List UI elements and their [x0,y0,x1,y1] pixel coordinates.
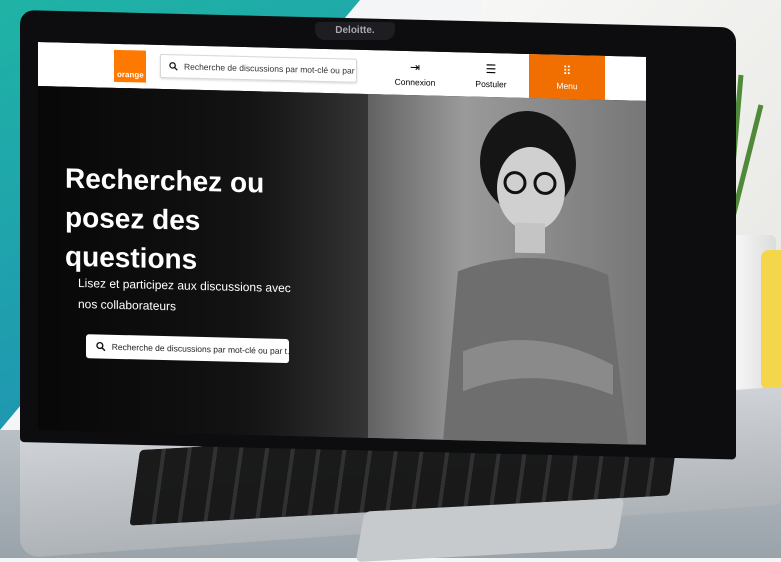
search-icon [96,341,106,352]
nav-postuler-label: Postuler [475,78,507,89]
hero-portrait-image [443,110,628,445]
header-search-placeholder: Recherche de discussions par mot-clé ou … [183,61,356,76]
laptop-screen: orange Recherche de discussions par mot-… [38,42,646,445]
document-icon: ☰ [485,61,497,76]
search-icon [169,62,178,71]
hero-title: Recherchez ou posez des questions [65,162,265,275]
hero-section: Recherchez ou posez des questions Lisez … [38,86,646,445]
nav-postuler-button[interactable]: ☰ Postuler [453,52,529,98]
orange-logo[interactable]: orange [114,49,146,83]
header-nav: ⇥ Connexion ☰ Postuler ⠿ Menu [377,50,605,100]
yellow-object [761,250,781,390]
login-icon: ⇥ [409,59,421,74]
hero-subtitle: Lisez et participez aux discussions avec… [78,275,291,314]
camera-notch: Deloitte. [315,22,395,40]
nav-connexion-label: Connexion [394,76,436,88]
nav-connexion-button[interactable]: ⇥ Connexion [377,50,453,96]
hero-search-input[interactable]: Recherche de discussions par mot-clé ou … [86,334,289,364]
hero-search-placeholder: Recherche de discussions par mot-clé ou … [111,341,289,357]
grid-menu-icon: ⠿ [562,63,572,78]
nav-menu-button[interactable]: ⠿ Menu [529,53,605,100]
logo-text: orange [117,69,144,80]
header-search-input[interactable]: Recherche de discussions par mot-clé ou … [160,53,357,83]
nav-menu-label: Menu [556,80,578,91]
